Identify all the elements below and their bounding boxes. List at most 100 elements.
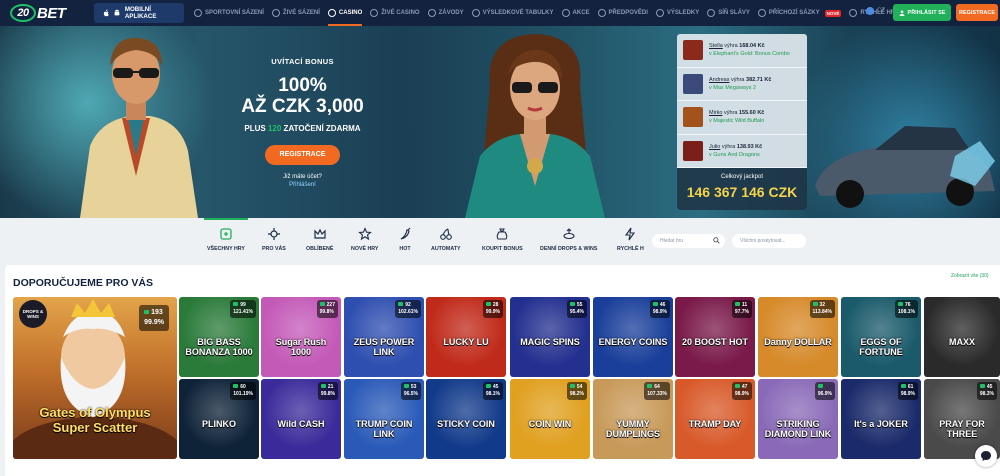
winner-text: Mirko výhra 155.60 Kč v Majestic Wild Buf… bbox=[709, 109, 764, 125]
game-tile[interactable]: 53 96.5% TRUMP COIN LINK bbox=[344, 379, 424, 459]
game-tile[interactable]: 227 99.8% Sugar Rush 1000 bbox=[261, 297, 341, 377]
category-tab-8[interactable]: RYCHLÉ H bbox=[617, 227, 644, 252]
category-tab-6[interactable]: KOUPIT BONUS bbox=[482, 227, 523, 252]
game-title: Sugar Rush 1000 bbox=[275, 337, 327, 357]
game-players: 55 bbox=[576, 302, 583, 308]
banner-man-illustration bbox=[80, 37, 198, 218]
category-tab-7[interactable]: DENNÍ DROPS & WINS bbox=[540, 227, 597, 252]
all-games-icon bbox=[220, 228, 232, 240]
star-icon bbox=[357, 227, 372, 241]
game-players: 76 bbox=[905, 302, 911, 308]
players-icon bbox=[734, 302, 740, 306]
banner-register-button[interactable]: REGISTRACE bbox=[265, 145, 340, 165]
login-link[interactable]: Přihlášení bbox=[200, 182, 405, 188]
winner-row[interactable]: Stella výhra 168.04 Kč v Elephant's Gold:… bbox=[677, 34, 807, 68]
nav-icon bbox=[707, 9, 716, 17]
mobile-app-button[interactable]: MOBILNÍ APLIKACE bbox=[94, 3, 184, 23]
game-tile[interactable]: 60 101.19% PLINKO bbox=[179, 379, 259, 459]
winner-row[interactable]: Mirko výhra 155.60 Kč v Majestic Wild Buf… bbox=[677, 101, 807, 135]
nav-item-10[interactable]: PŘÍCHOZÍ SÁZKY NOVÉ bbox=[754, 0, 845, 26]
mobile-app-label: MOBILNÍ APLIKACE bbox=[124, 6, 157, 20]
nav-item-8[interactable]: VÝSLEDKY bbox=[652, 0, 703, 26]
game-rtp: 121.41% bbox=[233, 309, 253, 315]
game-players: 99 bbox=[240, 302, 246, 308]
winner-won: výhra bbox=[721, 143, 736, 150]
nav-item-1[interactable]: ŽIVÉ SÁZENÍ bbox=[268, 0, 324, 26]
nav-label: SPORTOVNÍ SÁZENÍ bbox=[205, 10, 264, 16]
game-tile[interactable]: 99 121.41% BIG BASS BONANZA 1000 bbox=[179, 297, 259, 377]
winner-game: v Max Megaways 2 bbox=[709, 84, 757, 91]
banner-woman-illustration bbox=[465, 34, 605, 218]
jackpot-box: Celkový jackpot 146 367 146 CZK bbox=[677, 168, 807, 210]
featured-rtp: 99.9% bbox=[144, 319, 164, 326]
category-tab-4[interactable]: HOT bbox=[398, 227, 412, 252]
game-tile[interactable]: 61 98.9% It's a JOKER bbox=[841, 379, 921, 459]
game-tile[interactable]: 47 98.9% TRAMP DAY bbox=[675, 379, 755, 459]
brand-logo[interactable]: 20 BET bbox=[0, 0, 80, 26]
game-tile[interactable]: 28 99.9% LUCKY LU bbox=[426, 297, 506, 377]
for-you-icon bbox=[267, 228, 280, 240]
game-tile[interactable]: 45 98.1% STICKY COIN bbox=[426, 379, 506, 459]
nav-item-0[interactable]: SPORTOVNÍ SÁZENÍ bbox=[190, 0, 268, 26]
game-rtp: 98.3% bbox=[979, 391, 994, 397]
game-stats: 45 98.1% bbox=[482, 382, 503, 400]
nav-item-6[interactable]: AKCE bbox=[558, 0, 594, 26]
game-tile[interactable]: 54 98.2% COIN WIN bbox=[510, 379, 590, 459]
register-button[interactable]: REGISTRACE bbox=[956, 4, 998, 21]
language-selector[interactable]: CZ bbox=[866, 7, 885, 15]
players-icon bbox=[144, 310, 150, 314]
provider-select[interactable]: Všichni poskytovat... bbox=[732, 234, 806, 248]
search-icon bbox=[713, 237, 720, 244]
winner-amount: 382.71 Kč bbox=[746, 76, 772, 83]
category-tab-5[interactable]: AUTOMATY bbox=[431, 227, 461, 252]
category-tab-0[interactable]: VŠECHNY HRY bbox=[204, 218, 248, 252]
nav-item-7[interactable]: PŘEDPOVĚDI bbox=[594, 0, 652, 26]
game-tile[interactable]: 32 113.84% Danny DOLLAR bbox=[758, 297, 838, 377]
game-tile[interactable]: 55 95.4% MAGIC SPINS bbox=[510, 297, 590, 377]
nav-item-9[interactable]: SÍŇ SLÁVY bbox=[703, 0, 754, 26]
banner-car-illustration bbox=[815, 126, 995, 208]
nav-item-3[interactable]: ŽIVÉ CASINO bbox=[366, 0, 423, 26]
login-label: PŘIHLÁSIT SE bbox=[907, 9, 946, 16]
login-button[interactable]: PŘIHLÁSIT SE bbox=[893, 4, 951, 21]
game-title: PRAY FOR THREE bbox=[939, 419, 985, 439]
game-players: 54 bbox=[576, 384, 583, 390]
nav-icon bbox=[561, 9, 570, 17]
free-spins-text: PLUS 120 ZATOČENÍ ZDARMA bbox=[200, 124, 405, 133]
show-all-link[interactable]: Zobrazit vše (30) bbox=[951, 273, 989, 279]
game-tile[interactable]: 92 102.61% ZEUS POWER LINK bbox=[344, 297, 424, 377]
game-tile[interactable]: 76 108.1% EGGS OF FORTUNE bbox=[841, 297, 921, 377]
winner-game: v Majestic Wild Buffalo bbox=[709, 118, 765, 125]
game-players: 32 bbox=[819, 302, 826, 308]
game-stats: 28 99.9% bbox=[482, 300, 503, 318]
game-stats: 55 95.4% bbox=[566, 300, 587, 318]
category-tab-1[interactable]: PRO VÁS bbox=[262, 227, 286, 252]
winner-row[interactable]: Julio výhra 138.93 Kč v Guns And Dragons bbox=[677, 135, 807, 168]
players-icon bbox=[485, 384, 491, 388]
game-stats: 46 98.9% bbox=[649, 300, 670, 318]
game-stats: 53 96.5% bbox=[400, 382, 421, 400]
nav-item-4[interactable]: ZÁVODY bbox=[424, 0, 468, 26]
game-tile[interactable]: 64 107.33% YUMMY DUMPLINGS bbox=[593, 379, 673, 459]
featured-game-tile[interactable]: DROPS & WINS 193 99.9% Gates of Olympus S… bbox=[13, 297, 177, 459]
search-input[interactable]: Hledat hru bbox=[652, 234, 725, 248]
nav-icon bbox=[471, 9, 480, 17]
players-icon bbox=[734, 384, 740, 388]
nav-label: CASINO bbox=[338, 10, 363, 16]
nav-label: AKCE bbox=[572, 10, 590, 16]
game-tile[interactable]: 96.9% STRIKING DIAMOND LINK bbox=[758, 379, 838, 459]
game-stats: 21 99.8% bbox=[317, 382, 338, 400]
nav-item-2[interactable]: CASINO bbox=[324, 0, 366, 26]
game-tile[interactable]: 46 98.9% ENERGY COINS bbox=[593, 297, 673, 377]
game-players: 28 bbox=[492, 302, 499, 308]
crown-icon bbox=[314, 228, 326, 239]
nav-label: PŘÍCHOZÍ SÁZKY bbox=[768, 10, 820, 16]
game-tile[interactable]: MAXX bbox=[924, 297, 1000, 377]
chat-button[interactable] bbox=[975, 445, 997, 467]
category-tab-2[interactable]: OBLÍBENÉ bbox=[306, 227, 333, 252]
game-tile[interactable]: 21 99.8% Wild CASH bbox=[261, 379, 341, 459]
game-tile[interactable]: 11 97.7% 20 BOOST HOT bbox=[675, 297, 755, 377]
nav-item-5[interactable]: VÝSLEDKOVÉ TABULKY bbox=[468, 0, 558, 26]
winner-row[interactable]: Andreas výhra 382.71 Kč v Max Megaways 2 bbox=[677, 68, 807, 101]
category-tab-3[interactable]: NOVÉ HRY bbox=[351, 227, 378, 252]
